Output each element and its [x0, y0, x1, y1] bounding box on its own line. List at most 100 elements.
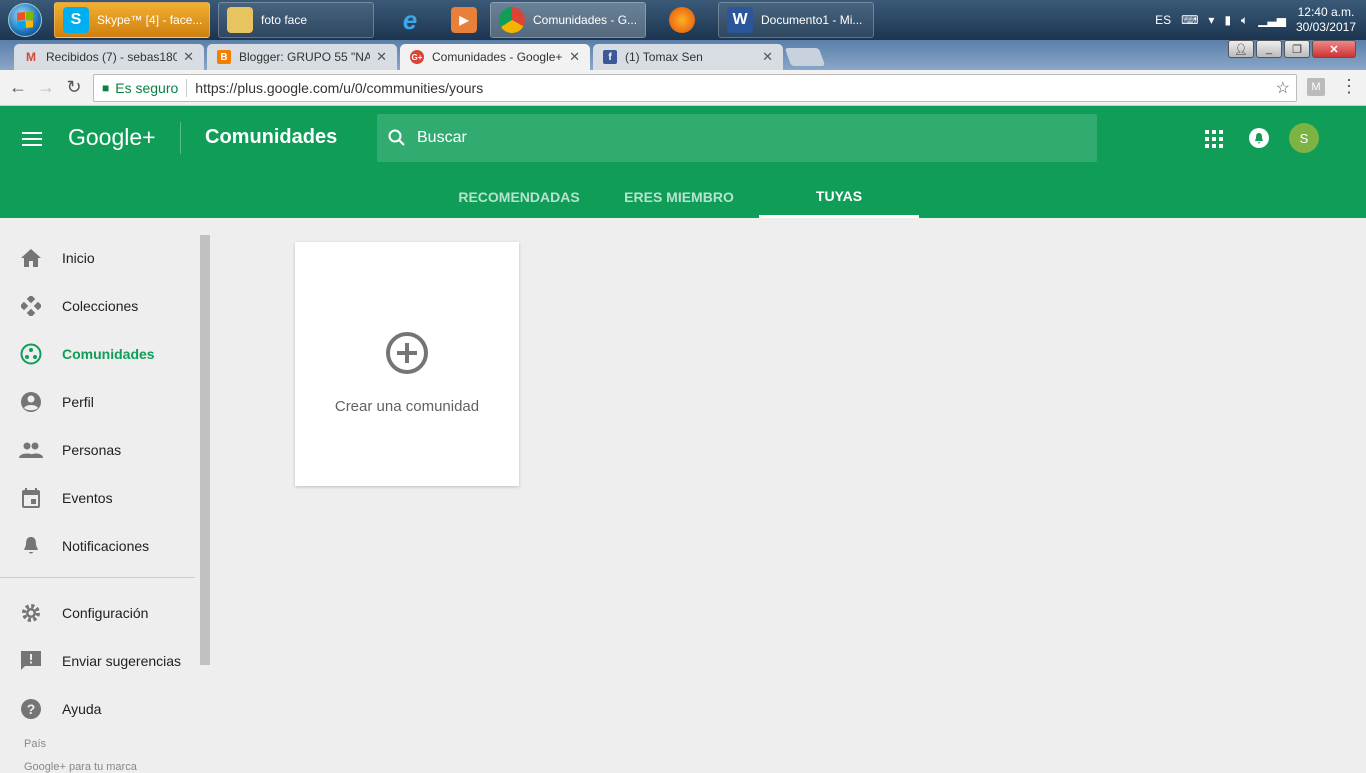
- taskbar-item-label: Documento1 - Mi...: [761, 13, 863, 27]
- address-bar[interactable]: ■ Es seguro https://plus.google.com/u/0/…: [93, 74, 1297, 102]
- taskbar-item-label: Skype™ [4] - face...: [97, 13, 203, 27]
- chrome-icon: [499, 7, 525, 33]
- tab-recomendadas[interactable]: RECOMENDADAS: [439, 176, 599, 218]
- create-community-card[interactable]: Crear una comunidad: [295, 242, 519, 486]
- close-icon[interactable]: ✕: [569, 49, 580, 65]
- language-indicator[interactable]: ES: [1155, 13, 1171, 27]
- sidebar-item-label: Notificaciones: [62, 538, 150, 554]
- more-menu-icon[interactable]: ⋮: [1340, 76, 1358, 97]
- browser-tab-googleplus[interactable]: G+ Comunidades - Google+ ✕: [400, 44, 590, 70]
- start-button[interactable]: [0, 0, 50, 40]
- reload-icon[interactable]: ↻: [60, 74, 88, 102]
- tab-eres-miembro[interactable]: ERES MIEMBRO: [599, 176, 759, 218]
- browser-tab-blogger[interactable]: B Blogger: GRUPO 55 "NAI ✕: [207, 44, 397, 70]
- windows-taskbar: S Skype™ [4] - face... foto face e ▶ Com…: [0, 0, 1366, 40]
- clock[interactable]: 12:40 a.m. 30/03/2017: [1296, 5, 1356, 35]
- notifications-bell-icon[interactable]: [1249, 128, 1269, 148]
- volume-icon[interactable]: 🔈︎: [1241, 13, 1248, 28]
- sidebar-item-configuracion[interactable]: Configuración: [0, 593, 195, 633]
- people-icon: [0, 442, 62, 458]
- taskbar-item-ie[interactable]: e: [380, 2, 440, 38]
- sidebar-scrollbar[interactable]: [200, 235, 210, 665]
- tray-expand-icon[interactable]: ▾: [1208, 13, 1214, 27]
- sidebar-item-personas[interactable]: Personas: [0, 430, 195, 470]
- forward-icon[interactable]: →: [32, 74, 60, 102]
- apps-grid-icon[interactable]: [1205, 130, 1223, 148]
- close-icon[interactable]: ✕: [183, 49, 194, 65]
- sidebar-item-perfil[interactable]: Perfil: [0, 382, 195, 422]
- search-icon: [377, 129, 417, 147]
- browser-tab-facebook[interactable]: f (1) Tomax Sen ✕: [593, 44, 783, 70]
- secure-indicator[interactable]: ■ Es seguro: [94, 79, 188, 97]
- sidebar-item-label: Configuración: [62, 605, 149, 621]
- folder-icon: [227, 7, 253, 33]
- close-icon[interactable]: ✕: [762, 49, 773, 65]
- internet-explorer-icon: e: [402, 4, 418, 35]
- calendar-icon: [0, 488, 62, 508]
- create-community-label: Crear una comunidad: [334, 398, 480, 415]
- sidebar-item-label: Comunidades: [62, 346, 155, 362]
- user-icon[interactable]: 👤︎: [1228, 40, 1254, 58]
- search-bar[interactable]: Buscar: [377, 114, 1097, 162]
- window-controls: 👤︎ _ ❐ ✕: [1228, 40, 1356, 58]
- url-text[interactable]: https://plus.google.com/u/0/communities/…: [187, 80, 483, 96]
- brand-link[interactable]: Google+ para tu marca: [24, 761, 137, 773]
- sidebar-item-label: Inicio: [62, 250, 95, 266]
- clock-date: 30/03/2017: [1295, 20, 1356, 34]
- facebook-icon: f: [603, 50, 617, 64]
- minimize-icon[interactable]: _: [1256, 40, 1282, 58]
- community-tabs: RECOMENDADAS ERES MIEMBRO TUYAS: [0, 176, 1366, 218]
- close-window-icon[interactable]: ✕: [1312, 40, 1356, 58]
- sidebar-item-eventos[interactable]: Eventos: [0, 478, 195, 518]
- country-label[interactable]: País: [24, 738, 46, 750]
- search-input[interactable]: Buscar: [417, 129, 467, 147]
- signal-icon[interactable]: ▁▃▅: [1258, 13, 1286, 27]
- new-tab-button[interactable]: [784, 48, 826, 66]
- app-header: Google+ Comunidades Buscar S RECOMENDADA…: [0, 106, 1366, 218]
- bell-icon: [0, 536, 62, 556]
- bookmark-star-icon[interactable]: ☆: [1276, 78, 1290, 98]
- add-circle-icon: [386, 332, 428, 374]
- header-divider: [180, 122, 181, 154]
- address-toolbar: ← → ↻ ■ Es seguro https://plus.google.co…: [0, 70, 1366, 106]
- sidebar-item-inicio[interactable]: Inicio: [0, 238, 195, 278]
- maximize-icon[interactable]: ❐: [1284, 40, 1310, 58]
- close-icon[interactable]: ✕: [376, 49, 387, 65]
- back-icon[interactable]: ←: [4, 74, 32, 102]
- sidebar-item-colecciones[interactable]: Colecciones: [0, 286, 195, 326]
- taskbar-item-label: foto face: [261, 13, 308, 27]
- extension-icon[interactable]: M: [1307, 78, 1325, 96]
- tab-title: Recibidos (7) - sebas180: [46, 50, 178, 64]
- tab-title: Comunidades - Google+: [432, 50, 563, 64]
- profile-icon: [0, 391, 62, 413]
- blogger-icon: B: [217, 50, 231, 64]
- taskbar-item-skype[interactable]: S Skype™ [4] - face...: [54, 2, 210, 38]
- taskbar-item-firefox[interactable]: [652, 2, 712, 38]
- lock-icon: ■: [102, 81, 110, 95]
- secure-label: Es seguro: [115, 80, 179, 96]
- taskbar-item-media[interactable]: ▶: [444, 2, 484, 38]
- sidebar-item-label: Perfil: [62, 394, 94, 410]
- word-icon: W: [727, 7, 753, 33]
- hamburger-menu-icon[interactable]: [22, 132, 42, 146]
- sidebar-item-label: Ayuda: [62, 701, 102, 717]
- page-title: Comunidades: [205, 126, 338, 148]
- battery-icon[interactable]: ▮: [1224, 13, 1231, 27]
- sidebar-item-comunidades[interactable]: Comunidades: [0, 334, 195, 374]
- tab-tuyas[interactable]: TUYAS: [759, 176, 919, 218]
- sidebar-item-ayuda[interactable]: ? Ayuda: [0, 689, 195, 729]
- taskbar-item-folder[interactable]: foto face: [218, 2, 374, 38]
- taskbar-item-word[interactable]: W Documento1 - Mi...: [718, 2, 874, 38]
- googleplus-icon: G+: [410, 50, 424, 64]
- media-player-icon: ▶: [451, 7, 477, 33]
- collections-icon: [0, 296, 62, 316]
- avatar[interactable]: S: [1289, 123, 1319, 153]
- windows-logo-icon: [8, 3, 42, 37]
- taskbar-item-chrome[interactable]: Comunidades - G...: [490, 2, 646, 38]
- browser-tab-gmail[interactable]: M Recibidos (7) - sebas180 ✕: [14, 44, 204, 70]
- sidebar-item-notificaciones[interactable]: Notificaciones: [0, 526, 195, 566]
- keyboard-icon[interactable]: ⌨: [1181, 13, 1198, 27]
- google-plus-logo[interactable]: Google+: [68, 124, 156, 151]
- sidebar-item-enviar-sugerencias[interactable]: Enviar sugerencias: [0, 641, 195, 681]
- home-icon: [0, 249, 62, 267]
